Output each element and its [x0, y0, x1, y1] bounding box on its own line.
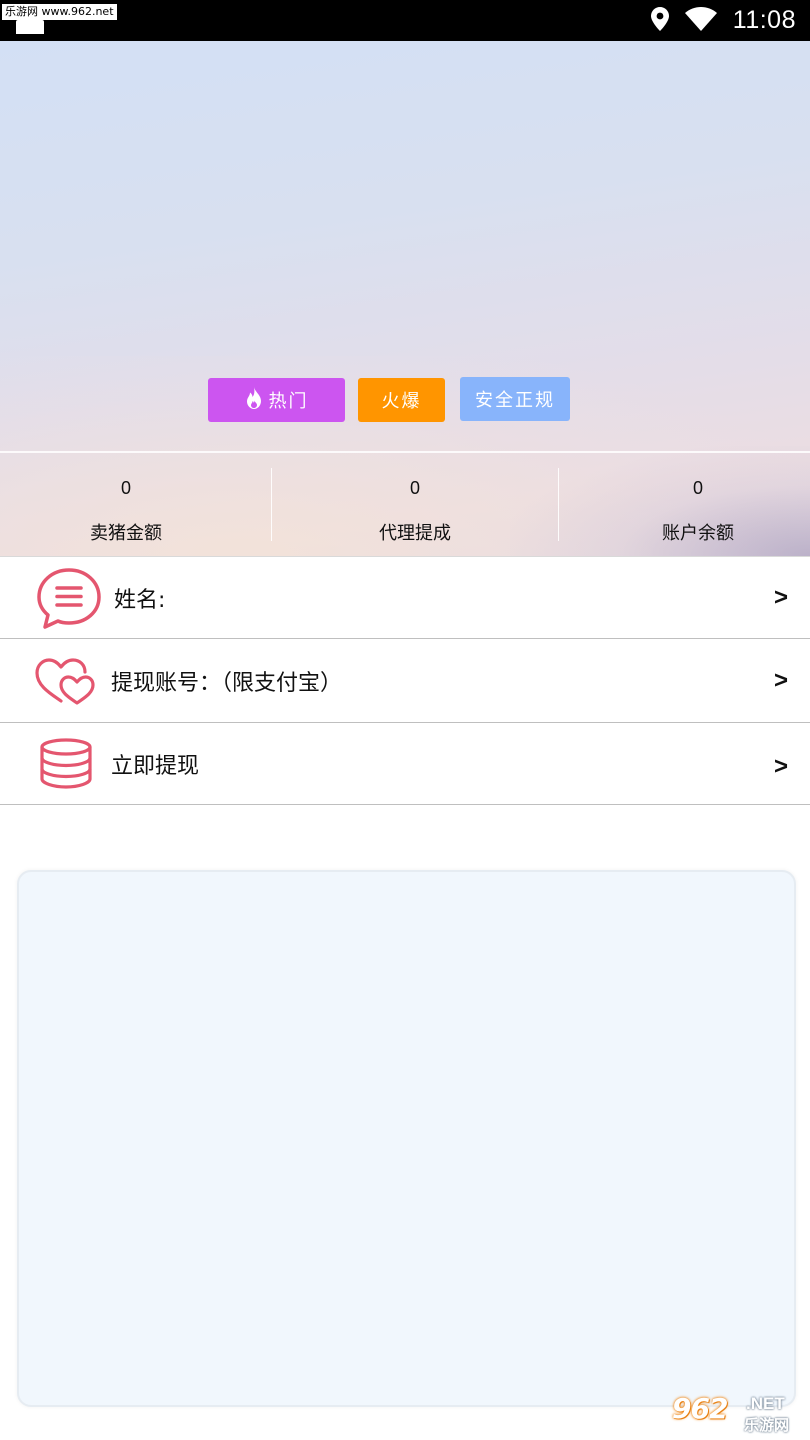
menu-item-withdraw-account[interactable]: 提现账号：（限支付宝） >: [0, 639, 810, 723]
flame-icon: [245, 386, 263, 414]
status-bar: 乐游网 www.962.net 11:08: [0, 0, 810, 41]
content-panel: [17, 870, 796, 1407]
stat-label: 账户余额: [662, 523, 734, 544]
tag-safe[interactable]: 安全正规: [460, 377, 570, 421]
watermark-label: 乐游网 www.962.net: [2, 4, 117, 20]
status-time: 11:08: [732, 6, 796, 34]
stat-value: 0: [120, 478, 131, 498]
brand-number: 962: [672, 1392, 728, 1425]
stat-value: 0: [409, 478, 420, 498]
menu-item-label: 立即提现: [111, 753, 200, 779]
location-icon: [650, 6, 669, 35]
menu-item-name[interactable]: 姓名: >: [0, 557, 810, 639]
chevron-right-icon: >: [773, 666, 788, 694]
stat-label: 代理提成: [379, 523, 451, 544]
menu-item-withdraw-now[interactable]: 立即提现 >: [0, 723, 810, 805]
tag-hot[interactable]: 热门: [208, 378, 345, 422]
stats-bar: 0 卖猪金额 0 代理提成 0 账户余额: [0, 453, 810, 556]
stat-value: 0: [692, 478, 703, 498]
menu-list: 姓名: > 提现账号：（限支付宝） > 立即提现 >: [0, 556, 810, 805]
menu-item-label: 提现账号：（限支付宝）: [111, 670, 343, 696]
divider: [271, 468, 272, 541]
tag-fire[interactable]: 火爆: [358, 378, 445, 422]
brand-suffix: .NET: [746, 1394, 785, 1413]
tag-row: 热门 火爆 安全正规: [0, 377, 810, 422]
tag-hot-label: 热门: [268, 391, 309, 412]
stat-label: 卖猪金额: [90, 523, 162, 544]
chevron-right-icon: >: [773, 583, 788, 611]
tag-safe-label: 安全正规: [475, 390, 555, 411]
wifi-icon: [684, 6, 717, 35]
notification-icon: [16, 20, 44, 34]
brand-name: 乐游网: [744, 1416, 790, 1434]
coin-stack-icon: [38, 723, 94, 804]
menu-item-label: 姓名:: [114, 587, 166, 613]
message-bubble-icon: [36, 557, 102, 638]
hearts-icon: [33, 639, 99, 722]
tag-fire-label: 火爆: [381, 391, 422, 412]
hero-banner: 热门 火爆 安全正规 0 卖猪金额 0 代理提成 0 账户余额: [0, 41, 810, 556]
brand-watermark: 962 .NET 乐游网: [672, 1392, 806, 1436]
divider: [558, 468, 559, 541]
chevron-right-icon: >: [773, 752, 788, 780]
status-icons: 11:08: [650, 0, 796, 41]
